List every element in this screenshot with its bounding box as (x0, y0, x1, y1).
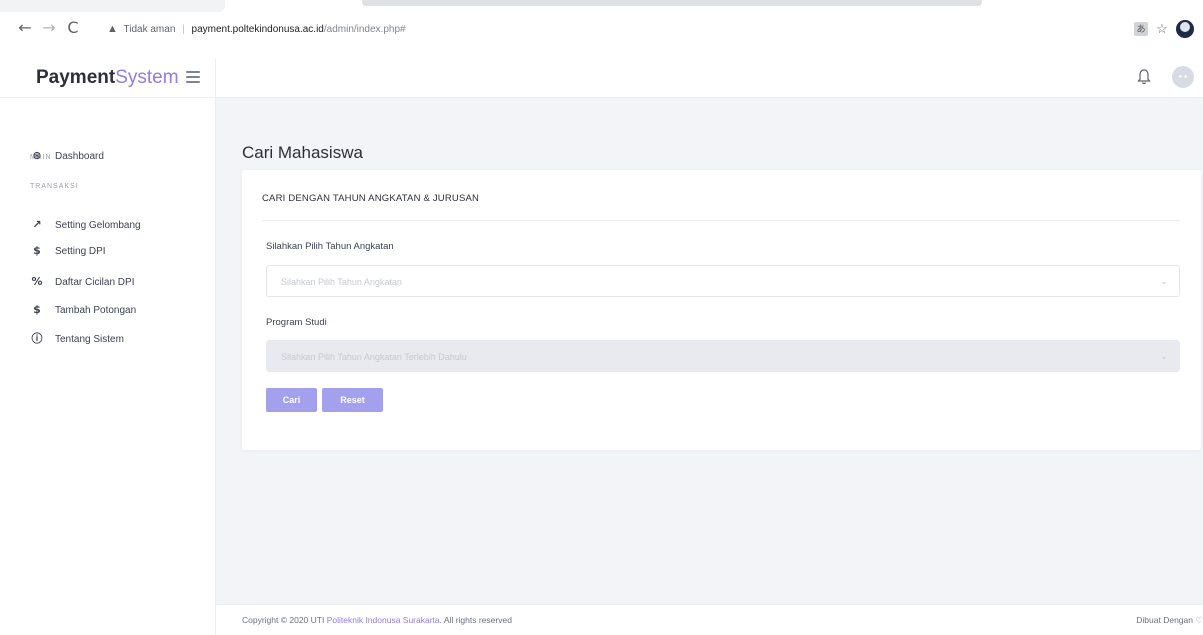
url-path: /admin/index.php# (323, 24, 406, 35)
sidebar-item-label: Tambah Potongan (55, 304, 137, 316)
card-title: CARI DENGAN TAHUN ANGKATAN & JURUSAN (262, 193, 480, 204)
reload-button[interactable]: C (62, 17, 84, 39)
sidebar-item-label: Setting DPI (55, 245, 106, 257)
sidebar-item-label: Tentang Sistem (55, 333, 124, 345)
sidebar-item-dashboard[interactable]: ⊛ Dashboard (30, 147, 104, 165)
bookmark-star-icon[interactable]: ☆ (1155, 22, 1169, 36)
year-select[interactable]: Silahkan Pilih Tahun Angkatan ⌄ (266, 265, 1180, 297)
address-bar[interactable]: ▲ Tidak aman | payment.poltekindonusa.ac… (107, 18, 1107, 40)
dollar-icon: $ (33, 303, 41, 316)
org-link[interactable]: Politeknik Indonusa Surakarta (327, 615, 440, 625)
page-title: Cari Mahasiswa (242, 143, 363, 162)
reset-button[interactable]: Reset (322, 388, 383, 412)
sidebar-item-label: Setting Gelombang (55, 219, 141, 231)
year-select-placeholder: Silahkan Pilih Tahun Angkatan (281, 277, 402, 287)
address-separator: | (182, 24, 185, 35)
heart-icon: ♡ (1195, 616, 1203, 626)
search-card: CARI DENGAN TAHUN ANGKATAN & JURUSAN Sil… (242, 170, 1201, 450)
brand-logo[interactable]: PaymentSystem (36, 67, 179, 89)
sidebar-item-tentang-sistem[interactable]: ⓘ Tentang Sistem (30, 330, 124, 348)
brand-light: System (115, 67, 179, 88)
forward-button[interactable]: → (38, 17, 60, 39)
browser-toolbar: ← → C ▲ Tidak aman | payment.poltekindon… (0, 0, 1203, 58)
app-header: PaymentSystem ● ● (0, 58, 1203, 98)
sidebar-item-tambah-potongan[interactable]: $ Tambah Potongan (30, 301, 136, 319)
sidebar: MAIN ⊛ Dashboard TRANSAKSI ↗ Setting Gel… (0, 98, 216, 635)
study-program-select-placeholder: Silahkan Pilih Tahun Angkatan Terlebih D… (281, 352, 467, 362)
sidebar-item-setting-gelombang[interactable]: ↗ Setting Gelombang (30, 216, 141, 234)
avatar[interactable]: ● ● (1172, 66, 1194, 88)
brand-area: PaymentSystem (0, 58, 216, 98)
browser-tab[interactable] (0, 0, 225, 12)
footer-copyright: Copyright © 2020 UTI Politeknik Indonusa… (242, 615, 512, 625)
trending-icon: ↗ (32, 218, 42, 231)
brand-bold: Payment (36, 67, 116, 88)
security-label[interactable]: Tidak aman (124, 24, 176, 35)
back-button[interactable]: ← (14, 17, 36, 39)
copyright-prefix: Copyright © 2020 UTI (242, 615, 325, 625)
browser-tab-strip-edge (362, 0, 982, 6)
chevron-down-icon: ⌄ (1160, 351, 1168, 361)
translate-icon[interactable]: あ (1134, 22, 1148, 36)
study-program-label: Program Studi (266, 317, 327, 328)
chevron-down-icon: ⌄ (1160, 276, 1168, 286)
percent-icon: % (31, 275, 43, 288)
menu-toggle-icon[interactable] (186, 71, 200, 83)
copyright-suffix: . All rights reserved (439, 615, 512, 625)
sidebar-item-setting-dpi[interactable]: $ Setting DPI (30, 242, 106, 260)
card-divider (262, 220, 1180, 221)
dollar-icon: $ (33, 244, 41, 257)
footer-made-with: Dibuat Dengan ♡ (1136, 615, 1203, 626)
year-label: Silahkan Pilih Tahun Angkatan (266, 241, 394, 252)
info-icon: ⓘ (31, 332, 43, 345)
footer: Copyright © 2020 UTI Politeknik Indonusa… (216, 604, 1203, 635)
sidebar-item-daftar-cicilan-dpi[interactable]: % Daftar Cicilan DPI (30, 273, 134, 291)
browser-tab-strip (0, 0, 1203, 12)
sidebar-item-label: Daftar Cicilan DPI (55, 276, 135, 288)
bell-icon[interactable] (1136, 68, 1152, 86)
study-program-select[interactable]: Silahkan Pilih Tahun Angkatan Terlebih D… (266, 340, 1180, 372)
warning-icon[interactable]: ▲ (107, 23, 118, 35)
made-with-label: Dibuat Dengan (1136, 615, 1193, 625)
search-button[interactable]: Cari (266, 388, 317, 412)
url-host: payment.poltekindonusa.ac.id (191, 24, 324, 35)
sidebar-heading-transaksi: TRANSAKSI (30, 183, 79, 190)
sidebar-item-label: Dashboard (55, 150, 104, 162)
dashboard-icon: ⊛ (32, 149, 42, 162)
browser-profile-icon[interactable] (1176, 20, 1194, 38)
